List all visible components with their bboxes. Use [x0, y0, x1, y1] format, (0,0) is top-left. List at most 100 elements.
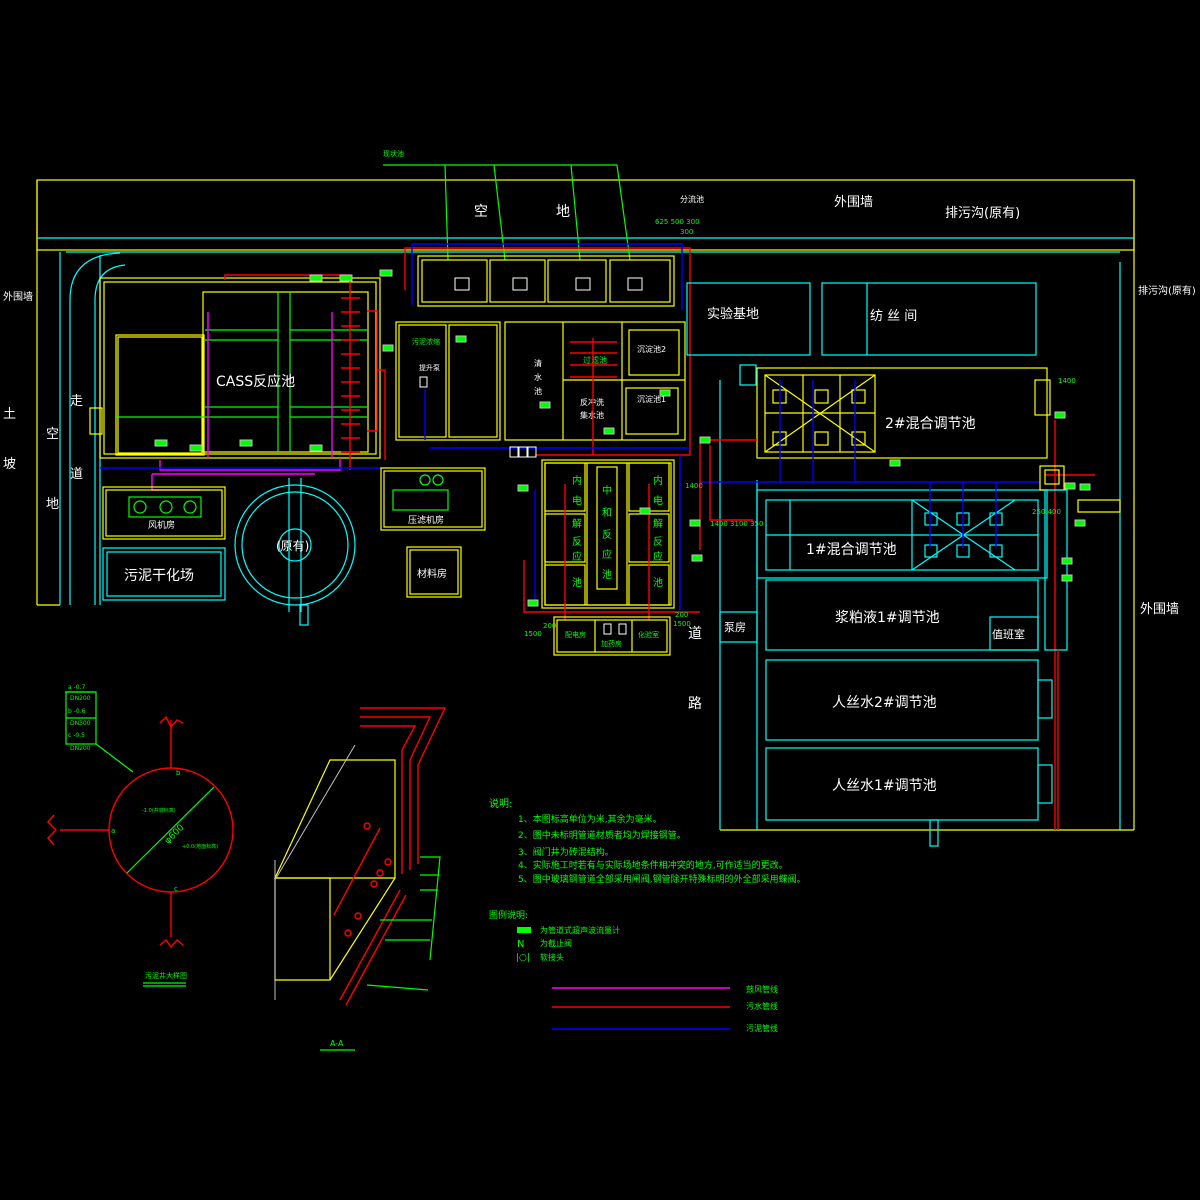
joint-icon: |○|	[516, 953, 530, 963]
dim-top-2: 300	[680, 228, 693, 236]
rayon-tank-1-label: 人丝水1#调节池	[832, 778, 937, 794]
notes-block: 说明: 1、本图标高单位为米,其余为毫米。 2、图中未标明管道材质者均为焊接钢管…	[489, 797, 806, 885]
note-4: 4、实际施工时若有与实际场地条件相冲突的地方,可作适当的更改。	[518, 859, 788, 871]
rayon-tank-2-label: 人丝水2#调节池	[832, 695, 937, 711]
filter-tank-label: 过滤池	[583, 355, 607, 365]
note-1: 1、本图标高单位为米,其余为毫米。	[518, 813, 662, 825]
outer-wall-left: 外围墙	[3, 290, 33, 303]
open-land-top-1: 空	[474, 204, 488, 220]
dosing-room-label: 加药房	[601, 639, 622, 648]
note-3: 3、阀门井为砖混结构。	[518, 846, 614, 858]
clear-water-label-2: 水	[534, 372, 542, 382]
backwash-label-1: 反冲洗	[580, 397, 604, 407]
blower-room-label: 风机房	[148, 519, 175, 531]
legend-title: 图例说明:	[489, 909, 528, 921]
legend-air-label: 鼓风管线	[746, 984, 778, 994]
check-valve-icon: N	[517, 939, 524, 950]
section-title: A-A	[330, 1039, 344, 1048]
diversion-well-label: 分流池	[680, 194, 704, 204]
neutral-2: 和	[602, 507, 612, 519]
manhole-node-a: a	[111, 827, 115, 835]
outer-wall-right: 外围墙	[1140, 602, 1179, 617]
drain-ditch-top: 排污沟(原有)	[945, 206, 1020, 221]
electrolysis-block: 内 电 解 反 应 池 内 电 解 反 应 池 中 和 反 应 池	[523, 455, 700, 620]
open-land-left-1: 空	[46, 427, 59, 442]
manhole-pipe-b: DN300	[70, 720, 91, 727]
slope-label-1: 土	[3, 407, 16, 422]
existing-circular-tank: (原有)	[234, 478, 356, 612]
electrolysis-right-4: 反	[653, 536, 663, 548]
pulp-tank-1-label: 浆粕液1#调节池	[835, 610, 940, 626]
electrolysis-right-3: 解	[653, 517, 663, 530]
drain-ditch-right: 排污沟(原有)	[1138, 284, 1196, 297]
neutral-4: 应	[602, 548, 612, 561]
plant-layout-drawing: CASS反应池 风机房 污泥干化场 (原有) 污泥浓缩 提升泵 清 水 池 过滤…	[3, 149, 1196, 1051]
existing-pool-label: 现状池	[383, 149, 404, 158]
dim-1500-right: 1500	[673, 620, 691, 628]
flowmeter-icon	[517, 927, 531, 933]
electrolysis-left-4: 反	[572, 536, 582, 548]
pump-room-label: 泵房	[724, 621, 746, 634]
manhole-node-c: c	[174, 885, 178, 893]
walkway-label-1: 走	[70, 394, 83, 409]
dim-200-right: 200	[675, 611, 688, 619]
sludge-thickener-label: 污泥浓缩	[412, 337, 440, 346]
neutral-5: 池	[602, 568, 612, 581]
electrolysis-right-5: 应	[653, 550, 663, 563]
clear-water-label-3: 池	[534, 386, 542, 396]
legend-valve: 为截止阀	[540, 938, 572, 948]
duty-room-label: 值班室	[992, 627, 1025, 641]
neutral-3: 反	[602, 529, 612, 541]
legend-sewage-label: 污水管线	[746, 1001, 778, 1011]
material-room: 材料房	[406, 546, 462, 598]
outer-wall-top: 外围墙	[834, 195, 873, 210]
electrolysis-right-6: 池	[653, 576, 663, 589]
electrolysis-right-1: 内	[653, 474, 663, 487]
service-rooms: 配电房 加药房 化验室	[553, 616, 671, 656]
power-room-label: 配电房	[565, 630, 586, 639]
material-room-label: 材料房	[417, 567, 447, 580]
cass-reactor: CASS反应池	[99, 274, 390, 491]
manhole-detail: a -0.7 DN200 b -0.6 DN300 c -0.5 DN200 b…	[47, 684, 234, 987]
electrolysis-left-2: 电	[572, 494, 582, 507]
electrolysis-left-1: 内	[572, 474, 582, 487]
slope-label-2: 坡	[3, 457, 16, 472]
neutral-1: 中	[602, 484, 612, 497]
road-label-1: 道	[688, 626, 702, 642]
manhole-elev-1: -1.0(井底标高)	[142, 807, 176, 814]
walkway-label-2: 道	[70, 467, 83, 482]
mixing-tank-2-label: 2#混合调节池	[885, 416, 976, 432]
experiment-base-label: 实验基地	[707, 306, 759, 322]
legend-block: 图例说明: 为管道式超声波流量计 N 为截止阀 |○| 软接头 鼓风管线 污水管…	[489, 909, 778, 1033]
notes-title: 说明:	[489, 797, 512, 810]
manhole-title: 污泥井大样图	[145, 971, 187, 980]
road-label-2: 路	[688, 696, 702, 712]
legend-flowmeter: 为管道式超声波流量计	[540, 925, 620, 935]
spinning-hall-label: 纺 丝 间	[870, 309, 917, 324]
mixing-tank-1-label: 1#混合调节池	[806, 542, 897, 558]
outlet-symbols	[89, 364, 939, 847]
manhole-pipe-a: DN200	[70, 695, 91, 702]
sludge-drying-label: 污泥干化场	[124, 568, 194, 584]
dim-1400: 1400	[685, 482, 703, 490]
electrolysis-right-2: 电	[653, 494, 663, 507]
dim-250-400: 250 400	[1032, 508, 1061, 516]
open-land-left-2: 地	[46, 497, 59, 512]
cass-label: CASS反应池	[216, 373, 295, 390]
manhole-pipe-c: DN200	[70, 745, 91, 752]
manhole-elev-2: +0.0(地面标高)	[182, 843, 218, 850]
note-5: 5、图中玻璃钢管道全部采用闸阀,钢管除开特殊标明的外全部采用蝶阀。	[518, 873, 806, 885]
sludge-drying-bed: 污泥干化场	[102, 547, 226, 601]
manhole-row-b: b -0.6	[68, 708, 86, 715]
top-green-lines	[383, 164, 631, 261]
note-2: 2、图中未标明管道材质者均为焊接钢管。	[518, 829, 686, 841]
manhole-row-c: c -0.5	[68, 732, 85, 739]
filter-press-label: 压滤机房	[408, 514, 444, 526]
manhole-node-b: b	[176, 769, 181, 777]
dim-1400-east: 1400	[1058, 377, 1076, 385]
dim-top: 625 500 300	[655, 218, 700, 226]
pump-label: 提升泵	[419, 363, 440, 372]
legend-joint: 软接头	[540, 952, 564, 962]
clear-water-label-1: 清	[534, 358, 542, 368]
manhole-row-a: a -0.7	[68, 684, 85, 691]
